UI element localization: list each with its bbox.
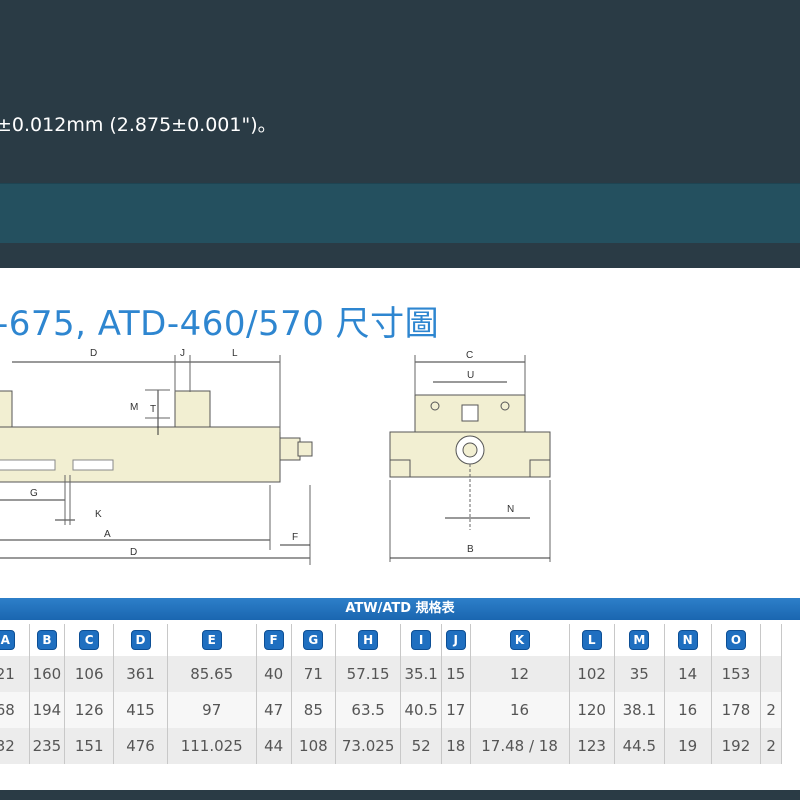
dim-label-k: K (95, 509, 102, 520)
dim-label-g: G (30, 488, 38, 499)
column-letter-l: L (581, 630, 602, 650)
table-row: 21 160 106 361 85.65 40 71 57.15 35.1 15 12 102 35 14… (0, 656, 782, 692)
dim-label-d-bottom: D (130, 547, 137, 558)
table-row: 68 194 126 415 97 47 85 63.5 40.5 17 16 120 38.1 16 17… (0, 692, 782, 728)
dimension-drawing: D J L M T G K A D F C U N B (0, 348, 551, 565)
column-letter-f: F (263, 630, 284, 650)
column-letter-g: G (303, 630, 324, 650)
fixed-jaw (0, 390, 13, 432)
dim-label-f: F (292, 532, 298, 543)
column-letter-b: B (36, 630, 57, 650)
column-letter-a: A (0, 630, 16, 650)
dim-label-l: L (232, 348, 238, 359)
column-letter-d: D (130, 630, 151, 650)
column-letter-m: M (629, 630, 650, 650)
vise-body (0, 426, 281, 483)
dim-label-u: U (467, 370, 474, 381)
dim-label-j: J (180, 348, 185, 359)
bottom-band (0, 790, 800, 800)
spec-table-header: ATW/ATD 規格表 (0, 598, 800, 620)
dim-label-t: T (150, 404, 156, 415)
dim-label-d-top: D (90, 348, 97, 359)
front-view (389, 355, 551, 562)
table-row: 32 235 151 476 111.025 44 108 73.025 52 18 17.48 /… (0, 728, 782, 764)
table-header-row: A B C D E F G H I J K L M N O (0, 624, 782, 656)
movable-jaw (174, 390, 211, 432)
column-letter-e: E (201, 630, 222, 650)
column-letter-h: H (358, 630, 379, 650)
column-letter-c: C (79, 630, 100, 650)
dim-label-b: B (467, 544, 474, 555)
dim-label-c: C (466, 350, 473, 361)
drawing-title: -675, ATD-460/570 尺寸圖 (0, 304, 440, 344)
screw-end (279, 437, 301, 461)
dim-label-a: A (104, 529, 111, 540)
column-letter-o: O (725, 630, 746, 650)
dim-label-m: M (130, 402, 138, 413)
top-info-band: ±0.012mm (2.875±0.001")。 (0, 0, 800, 183)
dim-label-n: N (507, 504, 514, 515)
column-letter-j: J (445, 630, 466, 650)
column-letter-n: N (677, 630, 698, 650)
section-divider-band (0, 183, 800, 244)
divider-strip (0, 243, 800, 268)
column-letter-i: I (411, 630, 432, 650)
spec-table: A B C D E F G H I J K L M N O 21 160 106 36… (0, 624, 782, 764)
side-view (0, 355, 313, 565)
column-letter-k: K (509, 630, 530, 650)
precision-spec-text: ±0.012mm (2.875±0.001")。 (0, 114, 277, 136)
